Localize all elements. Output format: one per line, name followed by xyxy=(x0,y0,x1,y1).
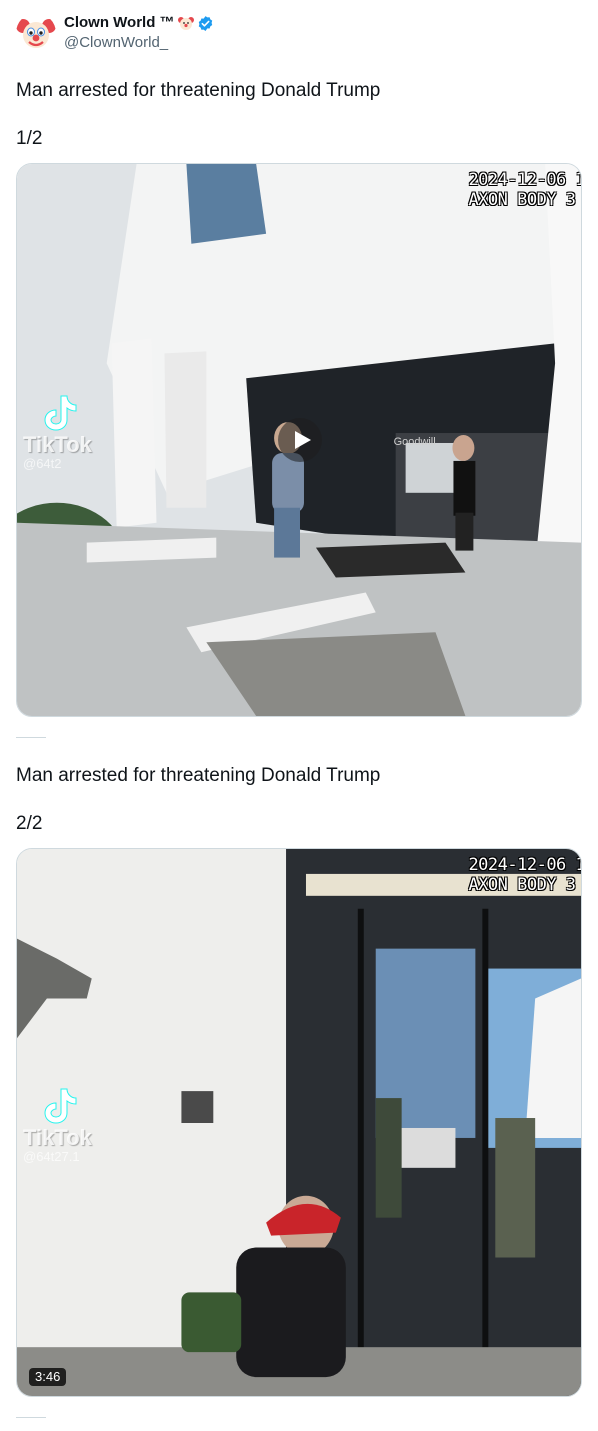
thread-divider xyxy=(16,1417,46,1418)
author-handle[interactable]: @ClownWorld_ xyxy=(64,33,214,53)
verified-badge-icon xyxy=(198,15,212,31)
tiktok-brand: TikTok xyxy=(23,432,92,457)
tweet-text: Man arrested for threatening Donald Trum… xyxy=(16,80,381,101)
author-display-name[interactable]: Clown World ™ xyxy=(64,13,175,33)
bodycam-timestamp: 2024-12-06 14 AXON BODY 3 X xyxy=(468,170,581,210)
tiktok-watermark: TikTok @64t27.1 xyxy=(23,1087,92,1164)
bodycam-timestamp: 2024-12-06 14 AXON BODY 3 X xyxy=(468,855,581,895)
tiktok-username: @64t27.1 xyxy=(23,1149,80,1164)
thread-counter: 1/2 xyxy=(16,128,43,149)
avatar[interactable] xyxy=(16,13,56,53)
play-button[interactable] xyxy=(278,418,322,462)
tiktok-logo-icon xyxy=(44,395,77,431)
tiktok-watermark: TikTok @64t2 xyxy=(23,394,92,471)
video-player[interactable]: 2024-12-06 14 AXON BODY 3 X TikTok @64t2… xyxy=(16,848,582,1397)
thread-counter: 2/2 xyxy=(16,813,43,834)
thread-divider xyxy=(16,737,46,738)
clown-emoji-icon xyxy=(177,17,194,30)
tiktok-logo-icon xyxy=(44,1088,77,1124)
tweet-author-header: Clown World ™ @ClownWorld_ xyxy=(16,10,576,56)
video-duration-badge: 3:46 xyxy=(29,1368,67,1386)
tiktok-username: @64t2 xyxy=(23,456,62,471)
play-icon xyxy=(294,431,311,449)
video-player[interactable]: Goodwill 2024-12-06 14 AXON BODY 3 X Tik… xyxy=(16,163,582,717)
tiktok-brand: TikTok xyxy=(23,1125,92,1150)
clown-face-icon xyxy=(16,13,56,53)
tweet-text: Man arrested for threatening Donald Trum… xyxy=(16,765,381,786)
bodycam-video-frame xyxy=(17,849,581,1396)
storefront-sign: Goodwill xyxy=(394,436,436,448)
